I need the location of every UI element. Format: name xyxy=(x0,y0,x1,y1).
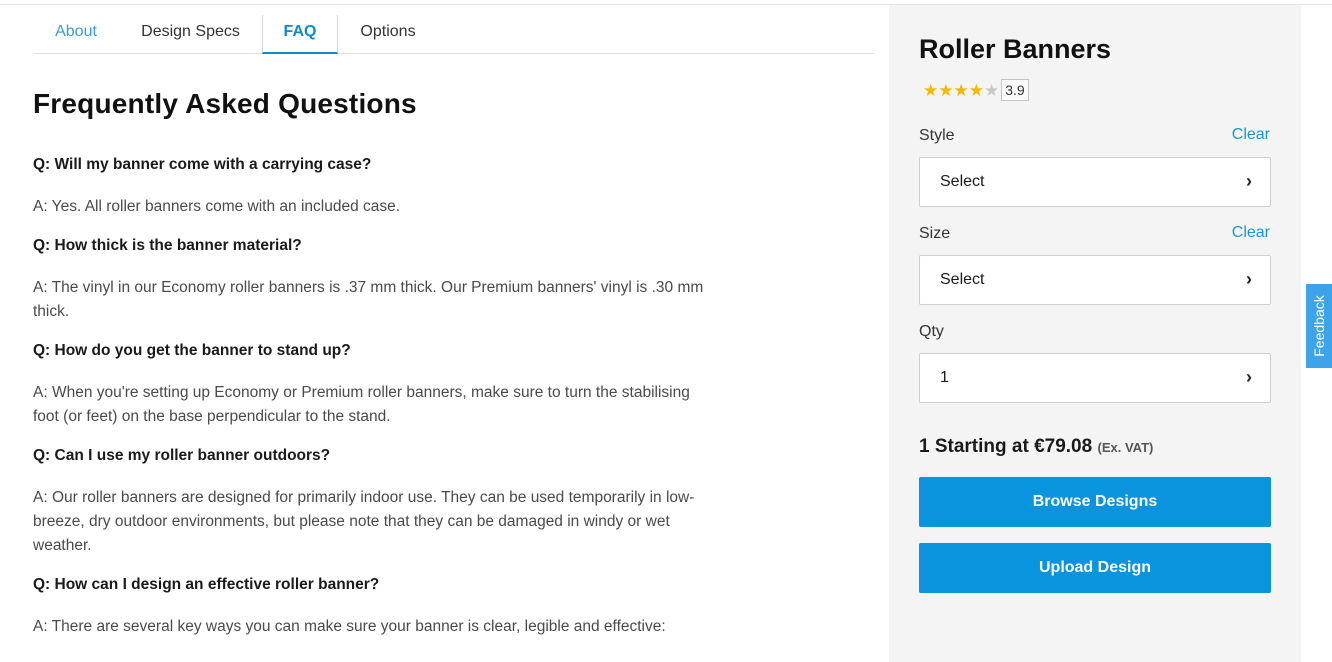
faq-question: Q: Can I use my roller banner outdoors? xyxy=(33,447,331,464)
chevron-right-icon: › xyxy=(1246,171,1252,191)
style-select-value: Select xyxy=(940,173,985,190)
style-clear-link[interactable]: Clear xyxy=(1232,126,1270,144)
tab-faq[interactable]: FAQ xyxy=(262,15,338,54)
style-label: Style xyxy=(919,127,955,144)
qty-select[interactable]: 1 › xyxy=(919,353,1271,403)
star-filled-icon: ★ xyxy=(968,80,984,100)
star-filled-icon: ★ xyxy=(953,80,969,100)
faq-answer: A: Our roller banners are designed for p… xyxy=(33,489,695,554)
faq-question: Q: How thick is the banner material? xyxy=(33,237,302,254)
faq-answer: A: Yes. All roller banners come with an … xyxy=(33,198,401,215)
rating-stars: ★ ★ ★ ★ ★ xyxy=(923,82,999,99)
faq-question: Q: How do you get the banner to stand up… xyxy=(33,342,351,359)
faq-question: Q: How can I design an effective roller … xyxy=(33,576,380,593)
star-empty-icon: ★ xyxy=(984,80,1000,100)
faq-answer: A: The vinyl in our Economy roller banne… xyxy=(33,279,704,320)
qty-select-value: 1 xyxy=(940,369,949,386)
upload-design-button[interactable]: Upload Design xyxy=(919,543,1271,593)
product-rating[interactable]: ★ ★ ★ ★ ★ 3.9 xyxy=(923,78,1029,102)
faq-answer: A: There are several key ways you can ma… xyxy=(33,618,666,635)
product-title: Roller Banners xyxy=(919,34,1112,64)
chevron-right-icon: › xyxy=(1246,269,1252,289)
faq-question: Q: Will my banner come with a carrying c… xyxy=(33,156,372,173)
faq-answer: A: When you're setting up Economy or Pre… xyxy=(33,384,690,425)
qty-label: Qty xyxy=(919,323,944,340)
feedback-tab[interactable]: Feedback xyxy=(1306,284,1332,368)
feedback-label: Feedback xyxy=(1311,295,1327,357)
price-main: 1 Starting at €79.08 xyxy=(919,436,1093,457)
size-select[interactable]: Select › xyxy=(919,255,1271,305)
faq-heading: Frequently Asked Questions xyxy=(33,88,417,119)
browse-designs-button[interactable]: Browse Designs xyxy=(919,477,1271,527)
size-select-value: Select xyxy=(940,271,985,288)
tab-about[interactable]: About xyxy=(33,15,119,53)
tab-bar: About Design Specs FAQ Options xyxy=(33,15,874,54)
tab-options[interactable]: Options xyxy=(338,15,438,53)
chevron-right-icon: › xyxy=(1246,367,1252,387)
star-filled-icon: ★ xyxy=(938,80,954,100)
star-filled-icon: ★ xyxy=(923,80,939,100)
rating-value: 3.9 xyxy=(1001,79,1029,101)
size-clear-link[interactable]: Clear xyxy=(1232,224,1270,242)
price-vat-note: (Ex. VAT) xyxy=(1097,440,1154,455)
main-content: About Design Specs FAQ Options Frequentl… xyxy=(33,0,874,662)
size-label: Size xyxy=(919,225,951,242)
style-select[interactable]: Select › xyxy=(919,157,1271,207)
tab-design-specs[interactable]: Design Specs xyxy=(119,15,262,53)
product-sidebar: Roller Banners ★ ★ ★ ★ ★ 3.9 Style Clear Sel… xyxy=(889,5,1301,662)
price-display: 1 Starting at €79.08 (Ex. VAT) xyxy=(919,436,1153,458)
